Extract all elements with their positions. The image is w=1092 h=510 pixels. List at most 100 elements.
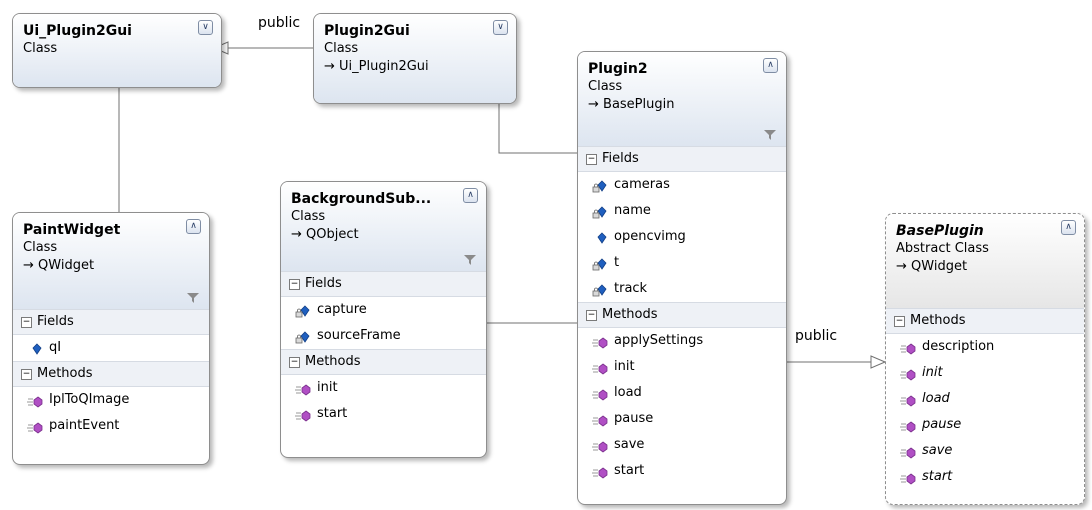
collapse-icon[interactable]: ∧ [463, 188, 478, 203]
class-kind: Class [291, 209, 326, 224]
private-field-icon [592, 204, 608, 219]
method-icon [592, 464, 608, 479]
edge-label-public: public [258, 15, 301, 31]
private-field-icon [592, 256, 608, 271]
filter-icon[interactable] [464, 255, 476, 265]
member-row[interactable]: t [578, 250, 786, 276]
member-row[interactable]: load [578, 380, 786, 406]
member-row[interactable]: IplToQImage [13, 387, 209, 413]
class-plugin2gui[interactable]: Plugin2Gui Class → Ui_Plugin2Gui ∨ [313, 13, 517, 104]
fields-label: Fields [305, 276, 342, 291]
member-name: pause [922, 417, 962, 432]
method-icon [592, 412, 608, 427]
collapse-section-icon[interactable]: − [289, 357, 300, 368]
class-kind: Abstract Class [896, 241, 989, 256]
collapse-section-icon[interactable]: − [289, 279, 300, 290]
method-icon [592, 438, 608, 453]
field-icon [592, 230, 608, 244]
member-row[interactable]: save [886, 438, 1084, 464]
private-field-icon [295, 329, 311, 344]
class-header: PaintWidget Class → QWidget ∧ [13, 213, 209, 309]
member-row[interactable]: init [578, 354, 786, 380]
member-name: pause [614, 411, 654, 426]
method-icon [592, 360, 608, 375]
member-name: capture [317, 302, 367, 317]
filter-icon[interactable] [764, 130, 776, 140]
methods-label: Methods [910, 313, 966, 328]
methods-section-header[interactable]: − Methods [13, 361, 209, 387]
member-name: description [922, 339, 995, 354]
methods-list: IplToQImage paintEvent [13, 387, 209, 439]
connector-plugin2gui-to-plugin2 [498, 104, 577, 154]
edge-label-public: public [795, 328, 838, 344]
collapse-section-icon[interactable]: − [21, 317, 32, 328]
member-row[interactable]: init [281, 375, 486, 401]
member-row[interactable]: qI [13, 335, 209, 361]
member-row[interactable]: start [281, 401, 486, 427]
methods-label: Methods [305, 354, 361, 369]
member-row[interactable]: save [578, 432, 786, 458]
fields-section-header[interactable]: − Fields [281, 271, 486, 297]
methods-label: Methods [602, 307, 658, 322]
member-row[interactable]: applySettings [578, 328, 786, 354]
class-paintwidget[interactable]: PaintWidget Class → QWidget ∧ − Fields qI… [12, 212, 210, 465]
base-class: → BasePlugin [588, 97, 675, 112]
expand-icon[interactable]: ∨ [493, 20, 508, 35]
inheritance-arrowhead [870, 355, 887, 369]
member-row[interactable]: pause [578, 406, 786, 432]
collapse-section-icon[interactable]: − [586, 310, 597, 321]
private-field-icon [295, 303, 311, 318]
member-row[interactable]: name [578, 198, 786, 224]
methods-section-header[interactable]: − Methods [578, 302, 786, 328]
class-kind: Class [324, 41, 359, 56]
member-row[interactable]: description [886, 334, 1084, 360]
fields-label: Fields [37, 314, 74, 329]
member-row[interactable]: paintEvent [13, 413, 209, 439]
member-row[interactable]: init [886, 360, 1084, 386]
class-name: PaintWidget [23, 222, 121, 238]
member-row[interactable]: track [578, 276, 786, 302]
class-header: Plugin2Gui Class → Ui_Plugin2Gui ∨ [314, 14, 516, 103]
member-name: IplToQImage [49, 392, 130, 407]
member-row[interactable]: start [578, 458, 786, 484]
collapse-icon[interactable]: ∧ [1061, 220, 1076, 235]
collapse-icon[interactable]: ∧ [763, 58, 778, 73]
collapse-icon[interactable]: ∧ [186, 219, 201, 234]
member-row[interactable]: sourceFrame [281, 323, 486, 349]
class-header: Ui_Plugin2Gui Class ∨ [13, 14, 221, 87]
member-name: qI [49, 340, 62, 355]
member-row[interactable]: opencvimg [578, 224, 786, 250]
member-name: init [922, 365, 943, 380]
methods-section-header[interactable]: − Methods [281, 349, 486, 375]
class-backgroundsub[interactable]: BackgroundSub... Class → QObject ∧ − Fiel… [280, 181, 487, 458]
member-row[interactable]: pause [886, 412, 1084, 438]
expand-icon[interactable]: ∨ [198, 20, 213, 35]
member-row[interactable]: start [886, 464, 1084, 490]
methods-list: init start [281, 375, 486, 427]
member-name: load [614, 385, 642, 400]
collapse-section-icon[interactable]: − [894, 316, 905, 327]
filter-icon[interactable] [187, 293, 199, 303]
class-plugin2[interactable]: Plugin2 Class → BasePlugin ∧ − Fields cam… [577, 51, 787, 505]
method-icon [27, 393, 43, 408]
member-row[interactable]: load [886, 386, 1084, 412]
fields-label: Fields [602, 151, 639, 166]
class-baseplugin[interactable]: BasePlugin Abstract Class → QWidget ∧ − M… [885, 213, 1085, 505]
member-row[interactable]: capture [281, 297, 486, 323]
member-name: start [317, 406, 348, 421]
method-icon [900, 470, 916, 485]
methods-section-header[interactable]: − Methods [886, 308, 1084, 334]
base-class: → QObject [291, 227, 359, 242]
collapse-section-icon[interactable]: − [21, 369, 32, 380]
class-ui-plugin2gui[interactable]: Ui_Plugin2Gui Class ∨ [12, 13, 222, 88]
fields-section-header[interactable]: − Fields [578, 146, 786, 172]
method-icon [295, 407, 311, 422]
fields-section-header[interactable]: − Fields [13, 309, 209, 335]
class-kind: Class [23, 41, 58, 56]
member-name: start [922, 469, 953, 484]
methods-label: Methods [37, 366, 93, 381]
member-row[interactable]: cameras [578, 172, 786, 198]
collapse-section-icon[interactable]: − [586, 154, 597, 165]
class-header: BackgroundSub... Class → QObject ∧ [281, 182, 486, 271]
class-kind: Class [588, 79, 623, 94]
